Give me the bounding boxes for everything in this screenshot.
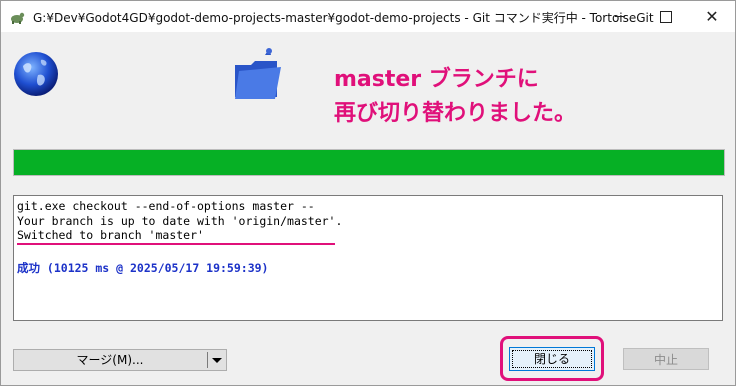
merge-split-button[interactable]: マージ(M)... [13,349,227,371]
tortoisegit-progress-window: G:¥Dev¥Godot4GD¥godot-demo-projects-mast… [0,0,736,386]
minimize-button[interactable] [597,1,643,32]
folder-icon [235,48,281,99]
progress-bar [13,149,725,176]
split-divider [207,352,208,368]
close-button[interactable]: 閉じる [509,347,595,371]
merge-button-label[interactable]: マージ(M)... [14,350,206,370]
chevron-down-icon[interactable] [212,358,222,363]
close-button-label: 閉じる [533,352,570,366]
stop-button[interactable]: 中止 [623,348,709,370]
maximize-button[interactable] [643,1,689,32]
minimize-icon [615,16,625,17]
globe-icon [14,52,58,96]
window-title: G:¥Dev¥Godot4GD¥godot-demo-projects-mast… [33,11,654,25]
annotation-callout: master ブランチに 再び切り替わりました。 [334,67,577,126]
tortoisegit-icon [11,12,25,24]
stop-button-label: 中止 [653,353,678,367]
output-log[interactable]: git.exe checkout --end-of-options master… [13,195,723,321]
result-line: 成功 (10125 ms @ 2025/05/17 19:59:39) [17,261,269,275]
annotation-underline [17,243,335,245]
log-line: git.exe checkout --end-of-options master… [17,199,315,213]
maximize-icon [660,11,672,23]
title-bar: G:¥Dev¥Godot4GD¥godot-demo-projects-mast… [1,1,735,32]
close-icon: ✕ [705,7,719,26]
close-window-button[interactable]: ✕ [689,1,735,32]
log-line: Your branch is up to date with 'origin/m… [17,214,343,228]
progress-fill [14,150,724,175]
log-line: Switched to branch 'master' [17,228,204,242]
